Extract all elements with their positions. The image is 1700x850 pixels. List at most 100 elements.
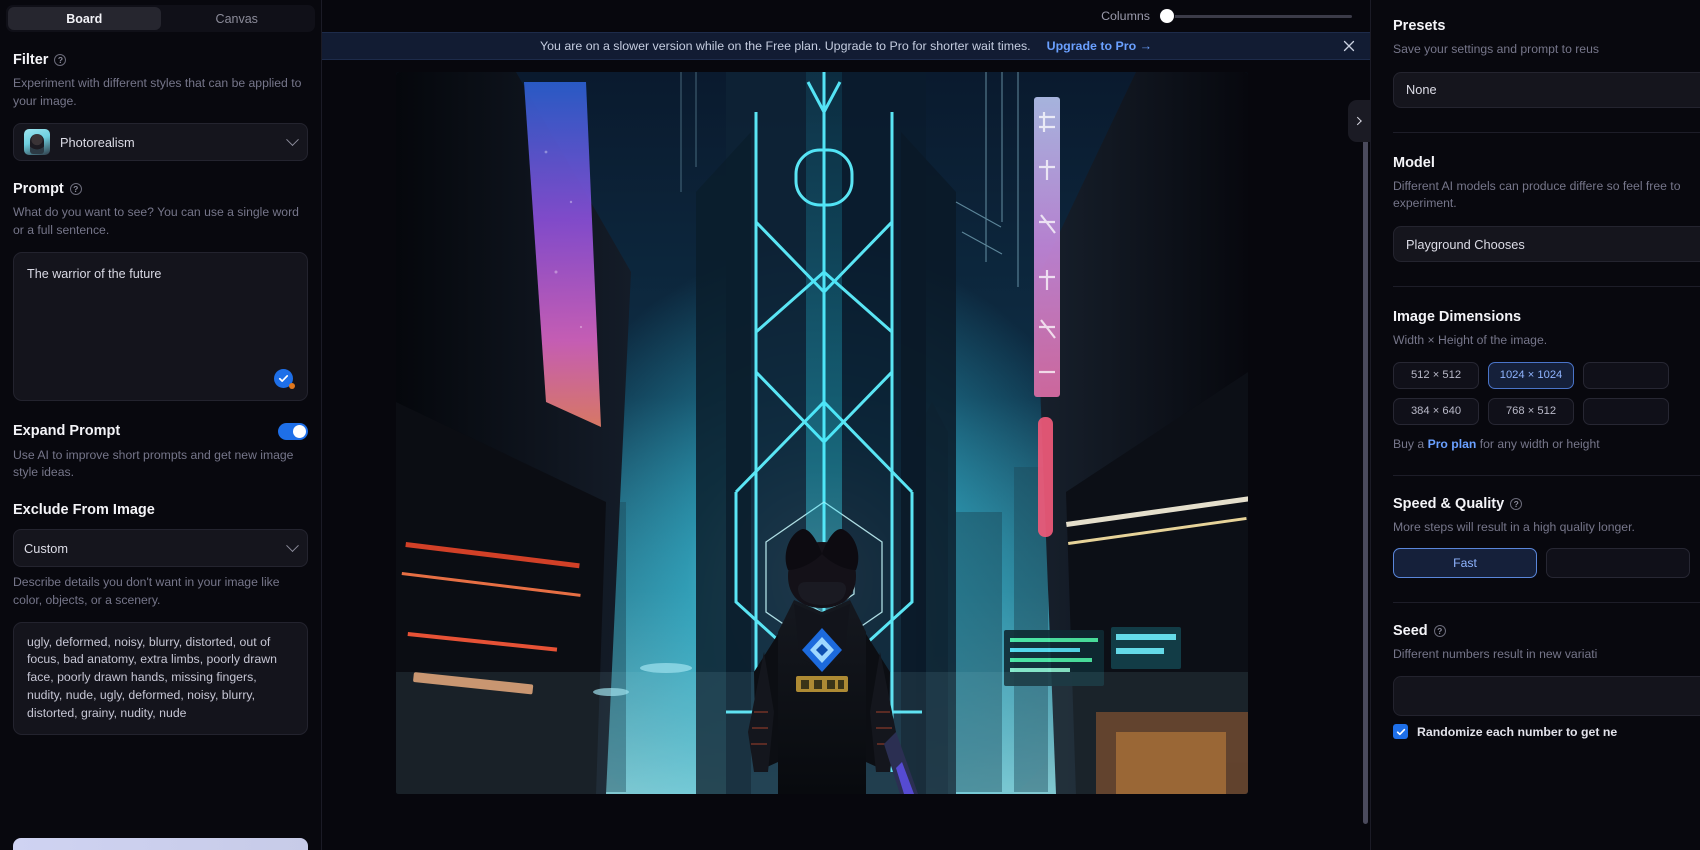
- expand-prompt-description: Use AI to improve short prompts and get …: [13, 447, 294, 480]
- help-icon[interactable]: ?: [69, 183, 82, 196]
- seed-input[interactable]: [1393, 676, 1700, 717]
- speed-quality-heading: Speed & Quality ?: [1393, 496, 1700, 512]
- dimensions-description: Width × Height of the image.: [1393, 333, 1548, 348]
- image-dimensions-section: Image Dimensions Width × Height of the i…: [1393, 309, 1700, 451]
- generated-image[interactable]: [396, 72, 1248, 794]
- dimension-option-384x640[interactable]: 384 × 640: [1393, 397, 1479, 425]
- generated-image-artwork: [396, 72, 1248, 794]
- expand-prompt-heading: Expand Prompt: [13, 423, 120, 439]
- canvas-scrollbar-thumb[interactable]: [1363, 124, 1368, 824]
- divider: [1393, 474, 1700, 476]
- view-tabs: Board Canvas: [6, 5, 315, 32]
- help-icon[interactable]: ?: [1433, 625, 1446, 638]
- prompt-description: What do you want to see? You can use a s…: [13, 205, 299, 238]
- pro-plan-link[interactable]: Pro plan: [1428, 437, 1477, 451]
- buy-suffix: for any width or height: [1476, 436, 1600, 451]
- model-description: Different AI models can produce differe …: [1393, 178, 1681, 211]
- model-select[interactable]: Playground Chooses: [1393, 226, 1700, 263]
- speed-quality-section: Speed & Quality ? More steps will result…: [1393, 496, 1700, 579]
- slider-track: [1160, 14, 1352, 18]
- help-icon[interactable]: ?: [1510, 497, 1523, 510]
- filter-section: Filter ? Experiment with different style…: [13, 52, 308, 162]
- prompt-status-badge[interactable]: [274, 368, 295, 389]
- dimension-option-1024x1024[interactable]: 1024 × 1024: [1488, 361, 1574, 389]
- prompt-heading: Prompt ?: [13, 181, 308, 197]
- canvas-scrollbar[interactable]: [1363, 124, 1368, 844]
- check-icon: [278, 374, 289, 382]
- divider: [1393, 131, 1700, 133]
- exclude-select[interactable]: Custom: [13, 529, 308, 568]
- buy-prefix: Buy a: [1393, 436, 1428, 451]
- divider: [1393, 602, 1700, 604]
- exclude-heading: Exclude From Image: [13, 502, 308, 518]
- columns-label: Columns: [1101, 9, 1150, 23]
- prompt-input[interactable]: The warrior of the future: [13, 251, 308, 401]
- generate-button-partial[interactable]: [13, 838, 308, 850]
- app-root: Board Canvas Filter ? Experiment with di…: [0, 0, 1700, 850]
- filter-selected-value: Photorealism: [60, 134, 135, 150]
- left-settings-panel: Board Canvas Filter ? Experiment with di…: [0, 0, 322, 850]
- check-icon: [1396, 728, 1405, 735]
- expand-prompt-section: Expand Prompt Use AI to improve short pr…: [13, 422, 308, 482]
- dimensions-heading: Image Dimensions: [1393, 309, 1700, 325]
- model-selected-value: Playground Chooses: [1406, 236, 1525, 252]
- seed-description: Different numbers result in new variati: [1393, 647, 1598, 662]
- prompt-section: Prompt ? What do you want to see? You ca…: [13, 181, 308, 401]
- seed-section: Seed ? Different numbers result in new v…: [1393, 623, 1700, 740]
- presets-section: Presets Save your settings and prompt to…: [1393, 18, 1700, 108]
- exclude-selected-value: Custom: [24, 540, 69, 556]
- randomize-seed-row: Randomize each number to get ne: [1393, 724, 1700, 740]
- speed-quality-description: More steps will result in a high quality…: [1393, 519, 1635, 534]
- help-icon[interactable]: ?: [54, 54, 67, 66]
- left-panel-body: Filter ? Experiment with different style…: [0, 52, 321, 766]
- upgrade-to-pro-link[interactable]: Upgrade to Pro →: [1047, 39, 1152, 53]
- tab-board[interactable]: Board: [8, 7, 161, 30]
- expand-right-panel-button[interactable]: [1348, 100, 1370, 142]
- negative-prompt-input[interactable]: ugly, deformed, noisy, blurry, distorted…: [13, 621, 308, 736]
- columns-control: Columns: [1101, 8, 1352, 24]
- dimension-option-768x512[interactable]: 768 × 512: [1488, 397, 1574, 425]
- presets-select[interactable]: None: [1393, 71, 1700, 108]
- next-section-partial-heading: [13, 757, 308, 766]
- dimension-option-512x512[interactable]: 512 × 512: [1393, 361, 1479, 389]
- seed-title: Seed: [1393, 623, 1428, 640]
- tab-canvas[interactable]: Canvas: [161, 7, 314, 30]
- model-section: Model Different AI models can produce di…: [1393, 155, 1700, 263]
- columns-slider[interactable]: [1160, 8, 1352, 24]
- speed-quality-options: Fast: [1393, 548, 1700, 579]
- close-icon[interactable]: [1342, 39, 1356, 53]
- image-canvas: [322, 60, 1370, 850]
- free-plan-banner: You are on a slower version while on the…: [322, 32, 1370, 60]
- chevron-right-icon: [1353, 116, 1362, 126]
- dimension-option-6[interactable]: [1583, 397, 1669, 425]
- expand-prompt-toggle[interactable]: [278, 422, 308, 440]
- negative-prompt-value: ugly, deformed, noisy, blurry, distorted…: [27, 634, 277, 721]
- speed-option-2[interactable]: [1546, 548, 1690, 579]
- dimension-option-3[interactable]: [1583, 361, 1669, 389]
- seed-heading: Seed ?: [1393, 623, 1700, 639]
- speed-option-fast[interactable]: Fast: [1393, 548, 1537, 579]
- presets-selected-value: None: [1406, 82, 1437, 98]
- expand-prompt-row: Expand Prompt: [13, 422, 308, 440]
- buy-pro-plan-line: Buy a Pro plan for any width or height: [1393, 437, 1700, 451]
- chevron-down-icon: [286, 538, 299, 552]
- filter-thumbnail-icon: [24, 129, 50, 156]
- filter-description: Experiment with different styles that ca…: [13, 76, 302, 108]
- center-canvas-area: Columns You are on a slower version whil…: [322, 0, 1370, 850]
- right-settings-panel: Presets Save your settings and prompt to…: [1370, 0, 1700, 850]
- slider-knob[interactable]: [1160, 9, 1174, 23]
- speed-quality-title: Speed & Quality: [1393, 495, 1505, 512]
- chevron-down-icon: [286, 133, 299, 146]
- exclude-title: Exclude From Image: [13, 502, 155, 519]
- prompt-title: Prompt: [13, 181, 64, 198]
- presets-description: Save your settings and prompt to reus: [1393, 42, 1599, 56]
- presets-heading: Presets: [1393, 18, 1700, 34]
- model-heading: Model: [1393, 155, 1700, 171]
- divider: [1393, 286, 1700, 288]
- filter-select[interactable]: Photorealism: [13, 123, 308, 162]
- exclude-description: Describe details you don't want in your …: [13, 575, 280, 607]
- randomize-seed-checkbox[interactable]: [1393, 724, 1408, 740]
- dimensions-title: Image Dimensions: [1393, 309, 1522, 326]
- filter-heading: Filter ?: [13, 52, 308, 68]
- dimension-options: 512 × 512 1024 × 1024 384 × 640 768 × 51…: [1393, 361, 1700, 425]
